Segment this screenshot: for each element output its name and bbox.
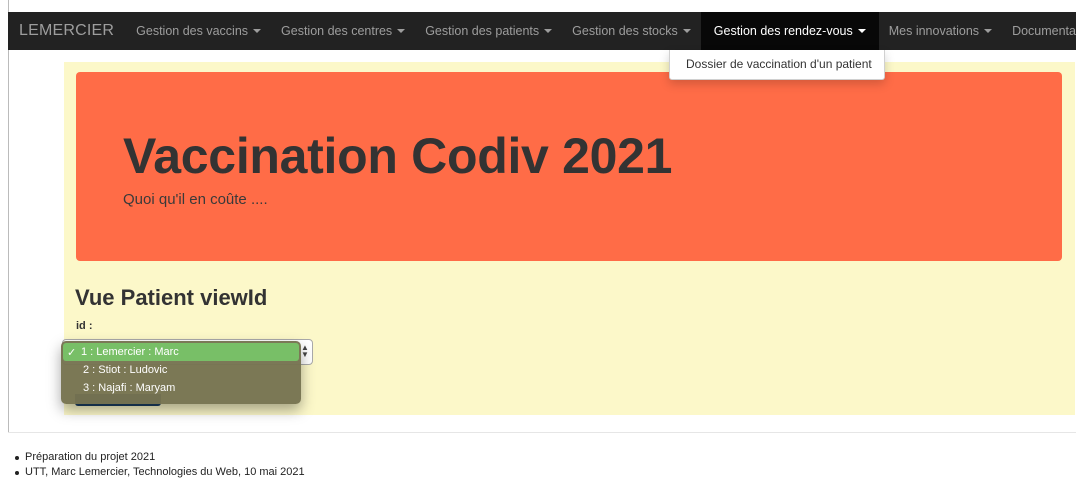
nav-label: Documentation	[1012, 24, 1076, 38]
caret-down-icon	[984, 29, 993, 33]
view-title: Vue Patient viewId	[75, 285, 268, 310]
id-field-label: id :	[76, 320, 93, 332]
footer-item: Préparation du projet 2021	[14, 450, 305, 465]
footer-list: Préparation du projet 2021 UTT, Marc Lem…	[14, 450, 305, 480]
top-navbar: LEMERCIER Gestion des vaccins Gestion de…	[8, 12, 1076, 50]
rendez-vous-dropdown-menu: Dossier de vaccination d'un patient	[669, 50, 885, 80]
caret-down-icon	[857, 29, 866, 33]
nav-documentation[interactable]: Documentation	[1002, 12, 1076, 50]
nav-gestion-patients[interactable]: Gestion des patients	[415, 12, 562, 50]
nav-label: Mes innovations	[888, 24, 980, 38]
nav-gestion-centres[interactable]: Gestion des centres	[271, 12, 415, 50]
caret-down-icon	[397, 29, 406, 33]
page-title: Vaccination Codiv 2021	[123, 128, 673, 184]
nav-gestion-vaccins[interactable]: Gestion des vaccins	[126, 12, 271, 50]
brand-link[interactable]: LEMERCIER	[8, 12, 126, 50]
patient-options-list: ✓ 1 : Lemercier : Marc 2 : Stiot : Ludov…	[61, 341, 301, 404]
menu-item-dossier-vaccination[interactable]: Dossier de vaccination d'un patient	[670, 55, 884, 74]
page-subtitle: Quoi qu'il en coûte ....	[123, 191, 268, 208]
nav-label: Gestion des rendez-vous	[713, 24, 853, 38]
nav-mes-innovations[interactable]: Mes innovations	[879, 12, 1002, 50]
option-patient-3[interactable]: 3 : Najafi : Maryam	[61, 379, 301, 397]
option-label: 2 : Stiot : Ludovic	[83, 364, 168, 376]
caret-down-icon	[253, 29, 262, 33]
nav-label: Gestion des stocks	[572, 24, 678, 38]
footer-item: UTT, Marc Lemercier, Technologies du Web…	[14, 465, 305, 480]
page-left-border	[8, 0, 9, 432]
nav-gestion-rendez-vous[interactable]: Gestion des rendez-vous	[700, 12, 879, 50]
option-label: 1 : Lemercier : Marc	[81, 346, 179, 358]
select-updown-icon: ▲ ▼	[301, 343, 309, 359]
option-patient-1[interactable]: ✓ 1 : Lemercier : Marc	[63, 343, 299, 361]
option-label: 3 : Najafi : Maryam	[83, 382, 176, 394]
caret-down-icon	[544, 29, 553, 33]
option-patient-2[interactable]: 2 : Stiot : Ludovic	[61, 361, 301, 379]
checkmark-icon: ✓	[67, 346, 77, 359]
footer-separator	[8, 432, 1076, 433]
nav-label: Gestion des patients	[425, 24, 540, 38]
nav-gestion-stocks[interactable]: Gestion des stocks	[562, 12, 701, 50]
jumbotron: Vaccination Codiv 2021 Quoi qu'il en coû…	[76, 72, 1062, 261]
caret-down-icon	[682, 29, 691, 33]
nav-label: Gestion des vaccins	[136, 24, 249, 38]
nav-label: Gestion des centres	[281, 24, 393, 38]
